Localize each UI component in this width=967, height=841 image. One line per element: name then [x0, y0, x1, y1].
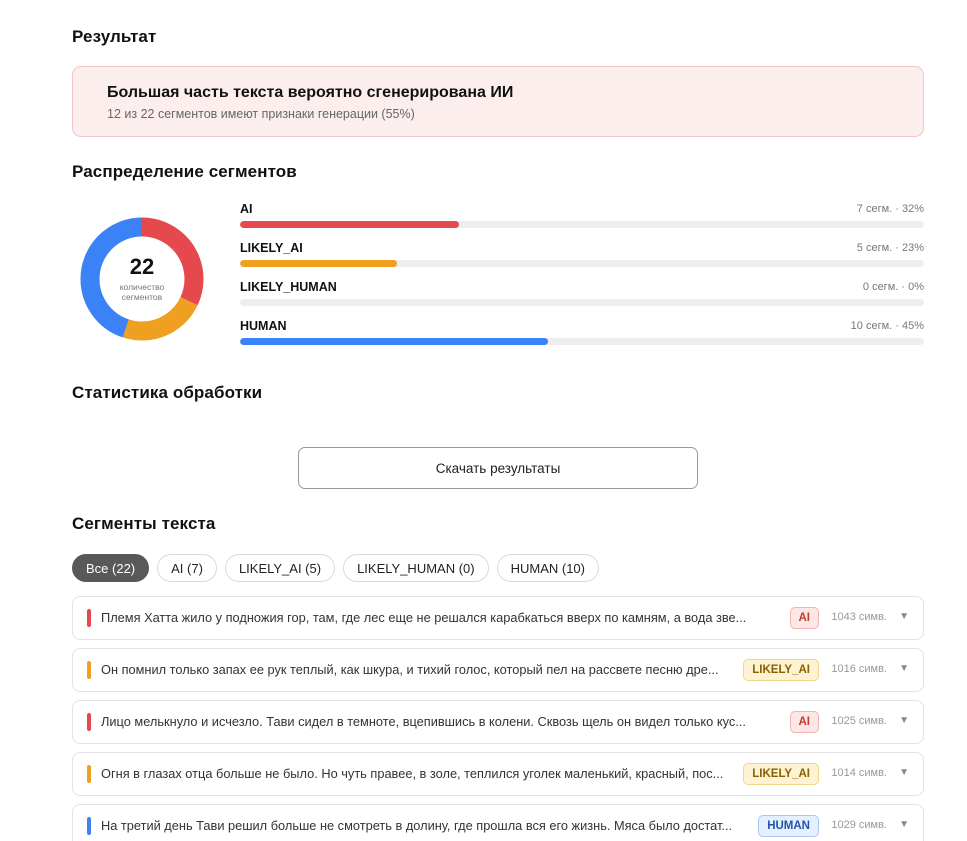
distribution-value: 7 сегм. · 32% — [856, 203, 924, 215]
segments-heading: Сегменты текста — [72, 514, 216, 533]
segment-filters: Все (22) AI (7) LIKELY_AI (5) LIKELY_HUM… — [72, 554, 599, 582]
chevron-down-icon[interactable]: ▼ — [899, 715, 909, 726]
distribution-track — [240, 338, 924, 345]
chevron-down-icon[interactable]: ▼ — [899, 767, 909, 778]
segment-label-badge: HUMAN — [758, 815, 819, 837]
segment-char-count: 1014 симв. — [831, 767, 887, 779]
segment-char-count: 1025 симв. — [831, 715, 887, 727]
download-results-button[interactable]: Скачать результаты — [298, 447, 698, 489]
verdict-banner: Большая часть текста вероятно сгенериров… — [72, 66, 924, 137]
distribution-track — [240, 299, 924, 306]
segment-color-marker — [87, 765, 91, 783]
distribution-row-likely-human: LIKELY_HUMAN 0 сегм. · 0% — [240, 280, 924, 319]
distribution-label: LIKELY_AI — [240, 241, 303, 255]
chevron-down-icon[interactable]: ▼ — [899, 663, 909, 674]
segment-label-badge: LIKELY_AI — [743, 763, 819, 785]
filter-likely-ai[interactable]: LIKELY_AI (5) — [224, 554, 336, 582]
result-heading: Результат — [72, 27, 157, 46]
segment-text: Племя Хатта жило у подножия гор, там, гд… — [101, 610, 747, 625]
segment-item[interactable]: Он помнил только запах ее рук теплый, ка… — [72, 648, 924, 692]
segment-char-count: 1016 симв. — [831, 663, 887, 675]
distribution-label: LIKELY_HUMAN — [240, 280, 337, 294]
verdict-headline: Большая часть текста вероятно сгенериров… — [107, 84, 514, 101]
stats-heading: Статистика обработки — [72, 383, 263, 402]
filter-human[interactable]: HUMAN (10) — [496, 554, 599, 582]
distribution-row-likely-ai: LIKELY_AI 5 сегм. · 23% — [240, 241, 924, 280]
distribution-heading: Распределение сегментов — [72, 162, 297, 181]
filter-ai[interactable]: AI (7) — [157, 554, 217, 582]
segment-char-count: 1043 симв. — [831, 611, 887, 623]
segment-color-marker — [87, 713, 91, 731]
distribution-fill-human — [240, 338, 548, 345]
segment-text: Лицо мелькнуло и исчезло. Тави сидел в т… — [101, 714, 746, 729]
distribution-value: 10 сегм. · 45% — [850, 320, 924, 332]
segment-color-marker — [87, 817, 91, 835]
segment-item[interactable]: Огня в глазах отца больше не было. Но чу… — [72, 752, 924, 796]
distribution-fill-likely-ai — [240, 260, 398, 267]
segment-item[interactable]: Племя Хатта жило у подножия гор, там, гд… — [72, 596, 924, 640]
segment-char-count: 1029 симв. — [831, 819, 887, 831]
segment-text: На третий день Тави решил больше не смот… — [101, 818, 733, 833]
distribution-row-human: HUMAN 10 сегм. · 45% — [240, 319, 924, 358]
segment-label-badge: AI — [789, 711, 819, 733]
distribution-value: 0 сегм. · 0% — [862, 281, 924, 293]
distribution-value: 5 сегм. · 23% — [856, 242, 924, 254]
segment-color-marker — [87, 609, 91, 627]
verdict-summary: 12 из 22 сегментов имеют признаки генера… — [107, 107, 415, 121]
distribution-row-ai: AI 7 сегм. · 32% — [240, 202, 924, 241]
chevron-down-icon[interactable]: ▼ — [899, 611, 909, 622]
segment-item[interactable]: На третий день Тави решил больше не смот… — [72, 804, 924, 841]
chevron-down-icon[interactable]: ▼ — [899, 819, 909, 830]
segment-text: Огня в глазах отца больше не было. Но чу… — [101, 766, 724, 781]
distribution-track — [240, 221, 924, 228]
segments-donut-chart — [80, 217, 204, 341]
segment-item[interactable]: Лицо мелькнуло и исчезло. Тави сидел в т… — [72, 700, 924, 744]
filter-all[interactable]: Все (22) — [72, 554, 150, 582]
distribution-fill-ai — [240, 221, 459, 228]
filter-likely-human[interactable]: LIKELY_HUMAN (0) — [343, 554, 489, 582]
segment-label-badge: AI — [789, 607, 819, 629]
segment-text: Он помнил только запах ее рук теплый, ка… — [101, 662, 719, 677]
segment-label-badge: LIKELY_AI — [743, 659, 819, 681]
segment-color-marker — [87, 661, 91, 679]
distribution-label: HUMAN — [240, 319, 287, 333]
distribution-label: AI — [240, 202, 253, 216]
segment-list: Племя Хатта жило у подножия гор, там, гд… — [72, 596, 924, 841]
distribution-track — [240, 260, 924, 267]
distribution-bars: AI 7 сегм. · 32% LIKELY_AI 5 сегм. · 23%… — [240, 202, 924, 358]
